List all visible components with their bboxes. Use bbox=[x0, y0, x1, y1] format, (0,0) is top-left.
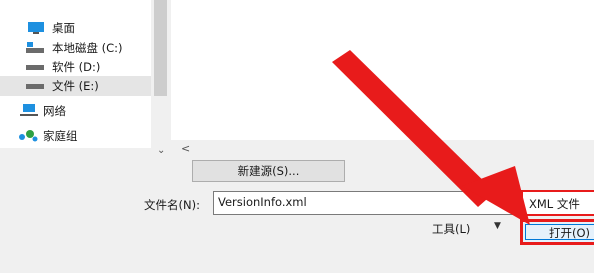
scrollbar-thumb[interactable] bbox=[154, 0, 167, 96]
horizontal-scrollbar[interactable]: < bbox=[171, 140, 594, 160]
filename-label: 文件名(N): bbox=[144, 198, 200, 212]
filename-input[interactable]: VersionInfo.xml bbox=[213, 191, 517, 215]
nav-item-network[interactable]: 网络 bbox=[0, 101, 151, 121]
open-button[interactable]: 打开(O) bbox=[520, 219, 594, 245]
system-drive-icon bbox=[26, 42, 44, 53]
nav-item-desktop[interactable]: 桌面 bbox=[0, 18, 151, 38]
nav-item-homegroup[interactable]: 家庭组 bbox=[0, 126, 151, 146]
desktop-icon bbox=[28, 22, 44, 34]
navigation-pane: 桌面 本地磁盘 (C:) 软件 (D:) 文件 (E:) 网络 家庭组 bbox=[0, 0, 151, 148]
homegroup-icon bbox=[19, 130, 38, 142]
new-source-button[interactable]: 新建源(S)... bbox=[192, 160, 345, 182]
nav-item-label: 软件 (D:) bbox=[52, 60, 101, 74]
nav-item-label: 本地磁盘 (C:) bbox=[52, 41, 123, 55]
nav-item-label: 家庭组 bbox=[43, 129, 78, 143]
filetype-select[interactable]: XML 文件 bbox=[521, 190, 594, 216]
scroll-left-icon[interactable]: < bbox=[181, 142, 190, 155]
nav-item-drive-c[interactable]: 本地磁盘 (C:) bbox=[0, 38, 151, 58]
drive-icon bbox=[26, 65, 44, 70]
tools-menu-button[interactable]: 工具(L) bbox=[432, 221, 470, 237]
nav-item-label: 桌面 bbox=[52, 21, 75, 35]
nav-item-label: 网络 bbox=[43, 104, 66, 118]
nav-item-drive-d[interactable]: 软件 (D:) bbox=[0, 57, 151, 77]
network-icon bbox=[20, 104, 38, 116]
nav-item-drive-e[interactable]: 文件 (E:) bbox=[0, 76, 151, 96]
nav-item-label: 文件 (E:) bbox=[52, 79, 99, 93]
scroll-down-icon[interactable]: ⌄ bbox=[157, 145, 165, 156]
chevron-down-icon[interactable]: ▼ bbox=[494, 221, 501, 231]
drive-icon bbox=[26, 84, 44, 89]
nav-vertical-scrollbar[interactable] bbox=[151, 0, 171, 148]
